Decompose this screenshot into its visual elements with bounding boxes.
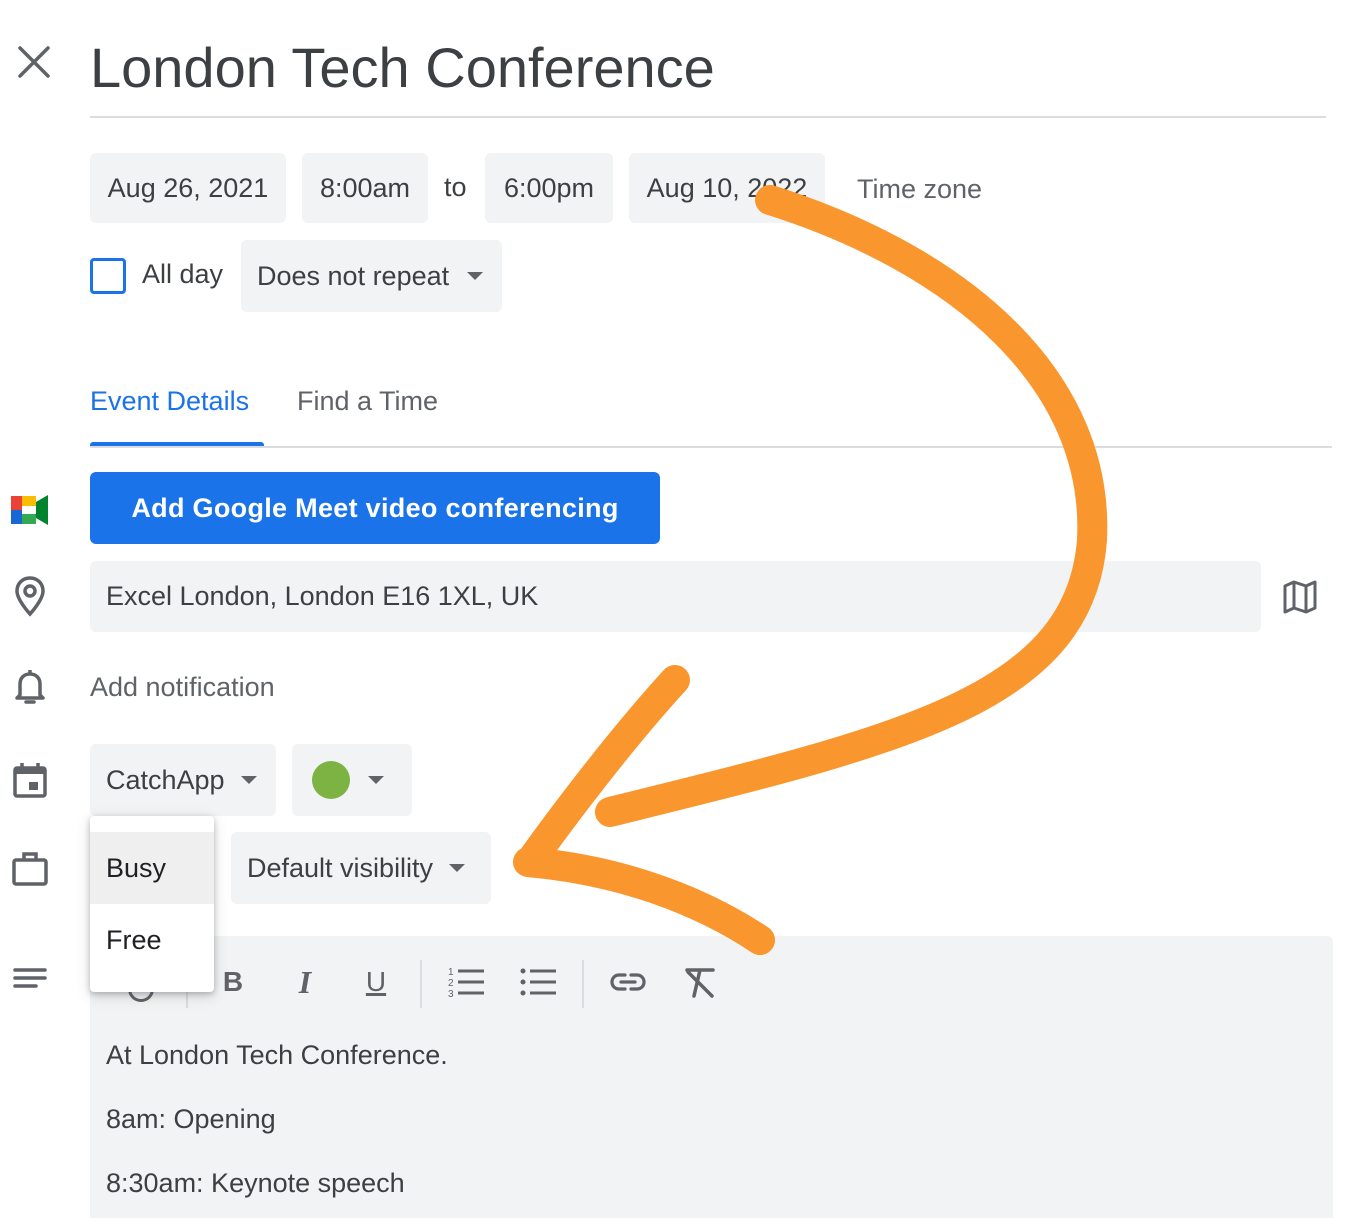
toolbar-divider [420, 960, 422, 1008]
availability-menu: Busy Free [90, 816, 214, 992]
visibility-text: Default visibility [247, 852, 434, 883]
add-google-meet-label: Add Google Meet video conferencing [131, 492, 619, 523]
link-button[interactable] [606, 958, 650, 1006]
underline-icon: U [365, 966, 387, 997]
google-meet-icon [8, 488, 52, 532]
time-zone-button[interactable]: Time zone [857, 174, 982, 205]
page-title: London Tech Conference [90, 36, 715, 99]
start-date-field[interactable]: Aug 26, 2021 [90, 153, 286, 223]
clear-formatting-button[interactable] [678, 958, 722, 1006]
location-input[interactable]: Excel London, London E16 1XL, UK [90, 561, 1261, 632]
calendar-icon [8, 758, 52, 802]
description-line: 8:30am: Keynote speech [106, 1168, 405, 1198]
availability-option-busy[interactable]: Busy [90, 832, 214, 904]
end-date-field[interactable]: Aug 10, 2022 [629, 153, 825, 223]
italic-button[interactable]: I [288, 958, 322, 1006]
availability-option-label: Busy [106, 852, 167, 883]
numbered-list-icon: 1 2 3 [448, 967, 484, 1000]
location-text: Excel London, London E16 1XL, UK [106, 581, 539, 611]
chevron-down-icon [240, 776, 257, 784]
repeat-dropdown[interactable]: Does not repeat [241, 240, 502, 312]
map-icon [1283, 580, 1317, 614]
italic-icon: I [298, 963, 312, 1000]
tab-find-a-time-label: Find a Time [297, 386, 439, 416]
event-title-input[interactable]: London Tech Conference [90, 30, 1326, 118]
start-date-text: Aug 26, 2021 [107, 172, 269, 203]
all-day-checkbox[interactable] [90, 258, 126, 294]
to-label: to [444, 172, 467, 202]
chevron-down-icon [467, 272, 484, 280]
start-time-field[interactable]: 8:00am [302, 153, 428, 223]
end-time-text: 6:00pm [503, 172, 595, 203]
underline-button[interactable]: U [358, 958, 394, 1006]
end-date-text: Aug 10, 2022 [646, 172, 808, 203]
description-icon [8, 958, 52, 1002]
bulleted-list-button[interactable] [516, 958, 560, 1006]
add-notification-button[interactable]: Add notification [90, 672, 275, 703]
bold-button[interactable]: B [216, 958, 250, 1006]
chevron-down-icon [368, 776, 384, 784]
svg-text:3: 3 [448, 989, 454, 1000]
clear-formatting-icon [685, 968, 715, 998]
tab-event-details-label: Event Details [90, 386, 250, 416]
briefcase-icon [8, 846, 52, 890]
location-pin-icon [8, 574, 52, 618]
description-line: 8am: Opening [106, 1104, 276, 1134]
tabs-divider [90, 446, 1332, 448]
link-icon [610, 973, 646, 991]
calendar-select[interactable]: CatchApp [90, 744, 276, 816]
map-button[interactable] [1278, 575, 1322, 619]
end-time-field[interactable]: 6:00pm [485, 153, 613, 223]
toolbar-divider [582, 960, 584, 1008]
visibility-dropdown[interactable]: Default visibility [231, 832, 491, 904]
tab-event-details[interactable]: Event Details [90, 386, 264, 448]
numbered-list-button[interactable]: 1 2 3 [444, 958, 488, 1006]
chevron-down-icon [449, 864, 466, 872]
tab-find-a-time[interactable]: Find a Time [297, 386, 438, 417]
repeat-text: Does not repeat [257, 260, 450, 291]
event-color-select[interactable] [292, 744, 412, 816]
calendar-name: CatchApp [106, 764, 225, 795]
start-time-text: 8:00am [319, 172, 411, 203]
bulleted-list-icon [520, 968, 556, 996]
availability-option-free[interactable]: Free [90, 904, 214, 976]
event-color-swatch [312, 761, 350, 799]
bold-icon: B [222, 966, 244, 997]
availability-option-label: Free [106, 924, 162, 955]
close-icon [18, 46, 50, 78]
all-day-label: All day [142, 259, 224, 289]
svg-text:1: 1 [448, 967, 454, 978]
add-google-meet-button[interactable]: Add Google Meet video conferencing [90, 472, 660, 544]
svg-text:2: 2 [448, 978, 454, 989]
close-button[interactable] [12, 40, 56, 84]
bell-icon [8, 664, 52, 708]
description-line: At London Tech Conference. [106, 1040, 448, 1070]
